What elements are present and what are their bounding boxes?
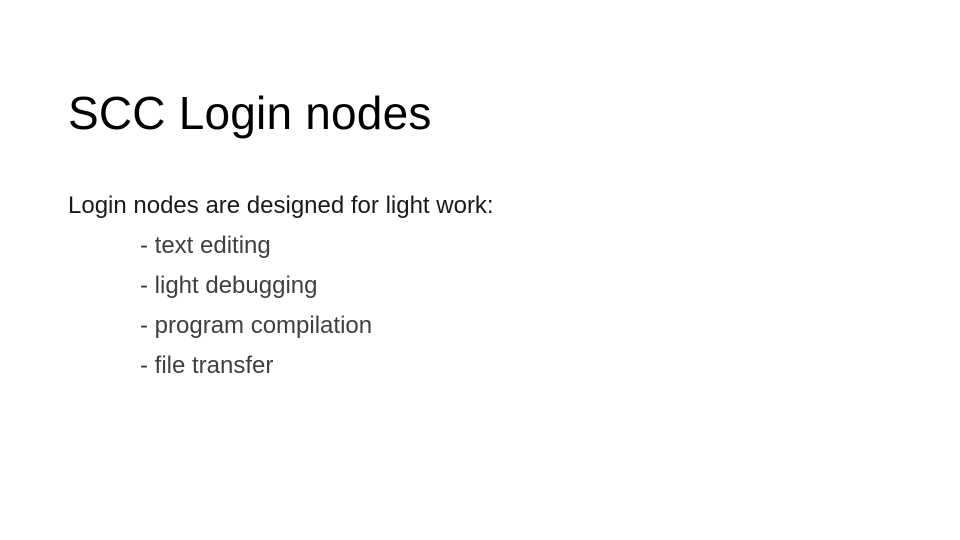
list-item: - file transfer [140,352,274,379]
slide-content: Login nodes are designed for light work:… [68,186,888,386]
list-item: - text editing [140,232,271,259]
list-item: - light debugging [140,272,318,299]
lead-paragraph: Login nodes are designed for light work: [68,192,494,219]
slide-canvas: SCC Login nodes Login nodes are designed… [0,0,960,540]
page-title: SCC Login nodes [68,86,432,139]
chevron-arrow-band [62,16,910,31]
list-item: - program compilation [140,312,373,339]
bullet-list: - text editing - light debugging - progr… [68,226,888,386]
